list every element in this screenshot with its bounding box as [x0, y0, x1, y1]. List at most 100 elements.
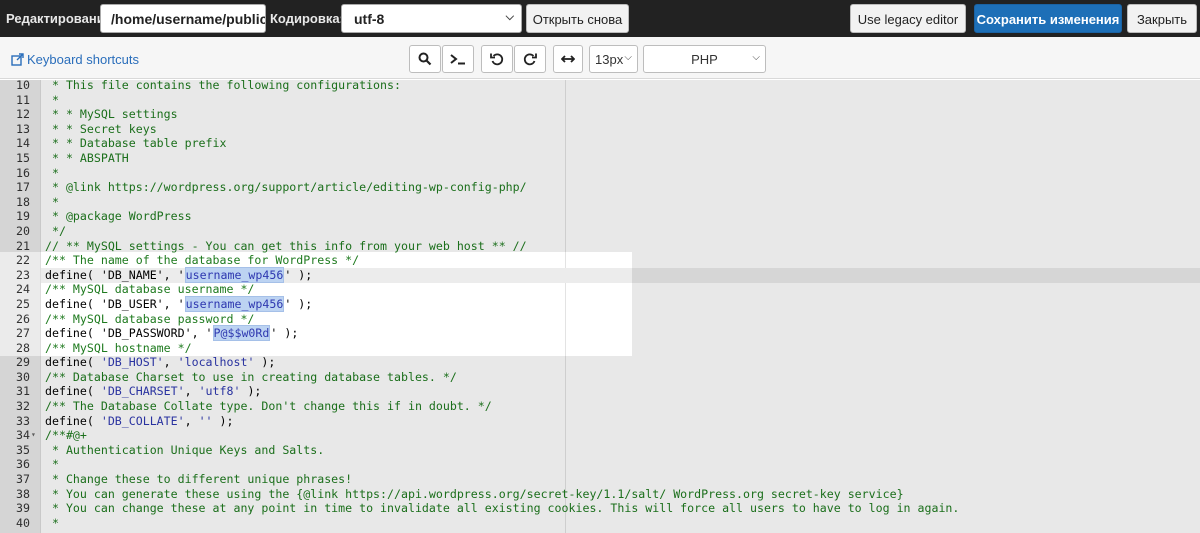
- code-line[interactable]: 15 * * ABSPATH: [0, 151, 1200, 166]
- code-line[interactable]: 14 * * Database table prefix: [0, 136, 1200, 151]
- fold-toggle-icon[interactable]: ▾: [31, 428, 36, 443]
- code-line[interactable]: 12 * * MySQL settings: [0, 107, 1200, 122]
- encoding-select[interactable]: utf-8 ⌵: [341, 4, 522, 33]
- line-number: 32: [16, 399, 30, 414]
- code-line[interactable]: 13 * * Secret keys: [0, 122, 1200, 137]
- code-text: // ** MySQL settings - You can get this …: [45, 238, 527, 253]
- code-line[interactable]: 28 /** MySQL hostname */: [0, 341, 1200, 356]
- chevron-down-icon: ⌵: [752, 52, 760, 63]
- code-line[interactable]: 17 * @link https://wordpress.org/support…: [0, 180, 1200, 195]
- code-text: define( 'DB_COLLATE', '' );: [45, 413, 234, 428]
- code-text: /**#@+: [45, 428, 87, 443]
- code-text: define( 'DB_CHARSET', 'utf8' );: [45, 384, 262, 399]
- wrap-icon: [561, 55, 575, 63]
- code-text: /** MySQL hostname */: [45, 340, 192, 355]
- code-line[interactable]: 39 * You can change these at any point i…: [0, 501, 1200, 516]
- code-text: /** MySQL database password */: [45, 311, 255, 326]
- line-number: 27: [16, 326, 30, 341]
- code-prefix: define( 'DB_USER', ': [45, 296, 185, 311]
- line-number: 36: [16, 457, 30, 472]
- code-line[interactable]: 24 /** MySQL database username */: [0, 282, 1200, 297]
- code-text: * Authentication Unique Keys and Salts.: [45, 442, 325, 457]
- search-button[interactable]: [409, 45, 441, 73]
- editor-toolbar: Keyboard shortcuts 13px ⌵ PHP ⌵: [0, 37, 1200, 79]
- wrap-toggle-button[interactable]: [553, 45, 583, 73]
- code-text: *: [45, 194, 59, 209]
- code-line[interactable]: 21 // ** MySQL settings - You can get thi…: [0, 239, 1200, 254]
- code-line[interactable]: 25 define( 'DB_USER', 'username_wp456' );: [0, 295, 1200, 312]
- reopen-button[interactable]: Открыть снова: [526, 4, 629, 33]
- line-number: 26: [16, 311, 30, 326]
- redo-button[interactable]: [514, 45, 546, 73]
- code-line[interactable]: 36 *: [0, 457, 1200, 472]
- code-text: * You can generate these using the {@lin…: [45, 486, 904, 501]
- font-size-value: 13px: [595, 52, 624, 67]
- code-text: *: [45, 92, 59, 107]
- encoding-label: Кодировка:: [270, 11, 344, 26]
- code-line[interactable]: 30 /** Database Charset to use in creatin…: [0, 370, 1200, 385]
- code-text: * You can change these at any point in t…: [45, 501, 960, 516]
- code-line[interactable]: 29 define( 'DB_HOST', 'localhost' );: [0, 355, 1200, 370]
- language-select[interactable]: PHP ⌵: [643, 45, 766, 73]
- redo-icon: [523, 53, 537, 66]
- line-number: 25: [16, 296, 30, 311]
- code-line[interactable]: 16 *: [0, 166, 1200, 181]
- go-to-line-button[interactable]: [442, 45, 474, 73]
- line-number: 30: [16, 369, 30, 384]
- undo-icon: [490, 53, 504, 66]
- code-line[interactable]: 40 *: [0, 516, 1200, 531]
- line-number: 13: [16, 121, 30, 136]
- code-text: * @package WordPress: [45, 209, 192, 224]
- code-lines: 10 * This file contains the following co…: [0, 80, 1200, 530]
- code-text: * * ABSPATH: [45, 150, 129, 165]
- code-text: * * Database table prefix: [45, 136, 227, 151]
- code-text: /** MySQL database username */: [45, 282, 255, 297]
- code-text: * This file contains the following confi…: [45, 80, 401, 92]
- code-prefix: define( 'DB_NAME', ': [45, 267, 185, 282]
- file-path-field[interactable]: /home/username/public: [100, 4, 266, 33]
- font-size-select[interactable]: 13px ⌵: [589, 45, 638, 73]
- line-number: 20: [16, 223, 30, 238]
- external-link-icon: [11, 53, 24, 66]
- line-number: 33: [16, 413, 30, 428]
- line-number: 17: [16, 180, 30, 195]
- line-number: 11: [16, 92, 30, 107]
- undo-button[interactable]: [481, 45, 513, 73]
- code-line[interactable]: 31 define( 'DB_CHARSET', 'utf8' );: [0, 384, 1200, 399]
- code-line[interactable]: 18 *: [0, 195, 1200, 210]
- code-line[interactable]: 38 * You can generate these using the {@…: [0, 487, 1200, 502]
- keyboard-shortcuts-link[interactable]: Keyboard shortcuts: [11, 52, 139, 67]
- line-number: 10: [16, 80, 30, 92]
- code-line[interactable]: 10 * This file contains the following co…: [0, 80, 1200, 93]
- line-number: 18: [16, 194, 30, 209]
- code-text: * * Secret keys: [45, 121, 157, 136]
- language-value: PHP: [691, 52, 718, 67]
- encoding-value: utf-8: [354, 11, 385, 27]
- code-line[interactable]: 26 /** MySQL database password */: [0, 312, 1200, 327]
- code-text: * @link https://wordpress.org/support/ar…: [45, 180, 527, 195]
- code-line[interactable]: 35 * Authentication Unique Keys and Salt…: [0, 443, 1200, 458]
- selected-value: username_wp456: [184, 266, 285, 283]
- code-line[interactable]: 20 */: [0, 224, 1200, 239]
- line-number: 35: [16, 442, 30, 457]
- line-number: 39: [16, 501, 30, 516]
- legacy-editor-button[interactable]: Use legacy editor: [850, 4, 966, 33]
- code-suffix: ' );: [270, 326, 299, 341]
- code-text: */: [45, 223, 66, 238]
- close-button[interactable]: Закрыть: [1127, 4, 1197, 33]
- code-editor[interactable]: 10 * This file contains the following co…: [0, 80, 1200, 533]
- code-text: define( 'DB_HOST', 'localhost' );: [45, 355, 276, 370]
- code-line[interactable]: 34 ▾ /**#@+: [0, 428, 1200, 443]
- code-line[interactable]: 37 * Change these to different unique ph…: [0, 472, 1200, 487]
- code-line[interactable]: 33 define( 'DB_COLLATE', '' );: [0, 414, 1200, 429]
- code-line[interactable]: 19 * @package WordPress: [0, 209, 1200, 224]
- code-line[interactable]: 27 define( 'DB_PASSWORD', 'P@$$w0Rd' );: [0, 325, 1200, 342]
- code-line[interactable]: 22 /** The name of the database for WordP…: [0, 253, 1200, 268]
- line-number: 28: [16, 340, 30, 355]
- line-number: 14: [16, 136, 30, 151]
- code-line[interactable]: 32 /** The Database Collate type. Don't c…: [0, 399, 1200, 414]
- line-number: 38: [16, 486, 30, 501]
- code-line[interactable]: 23 define( 'DB_NAME', 'username_wp456' );: [0, 266, 1200, 283]
- save-changes-button[interactable]: Сохранить изменения: [974, 4, 1122, 33]
- code-line[interactable]: 11 *: [0, 93, 1200, 108]
